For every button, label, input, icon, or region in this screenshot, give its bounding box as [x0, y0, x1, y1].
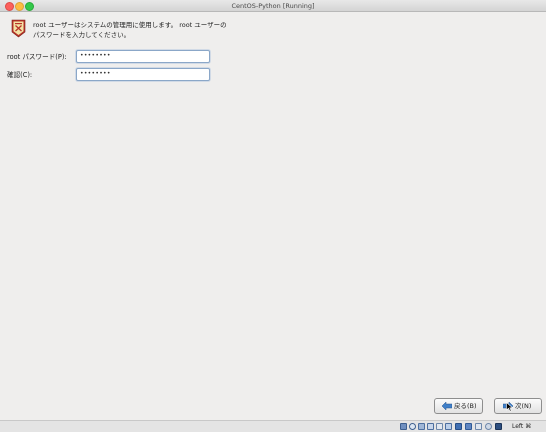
confirm-label: 確認(C): — [7, 71, 33, 79]
optical-drive-icon[interactable] — [409, 423, 416, 430]
password-field[interactable]: •••••••• — [76, 50, 210, 63]
header-description: root ユーザーはシステムの管理用に使用します。 root ユーザーのパスワー… — [33, 21, 227, 39]
usb-icon[interactable] — [427, 423, 434, 430]
back-button-label: 戻る(B) — [454, 402, 477, 410]
host-key-label: Left ⌘ — [512, 423, 532, 430]
mouse-cursor-icon — [506, 402, 514, 412]
mouse-integration-icon[interactable] — [485, 423, 492, 430]
network-icon[interactable] — [455, 423, 462, 430]
audio-icon[interactable] — [418, 423, 425, 430]
next-button[interactable]: 次(N) — [494, 398, 542, 414]
next-button-label: 次(N) — [515, 402, 532, 410]
hard-disk-icon[interactable] — [400, 423, 407, 430]
arrow-left-icon — [442, 402, 452, 410]
window-titlebar[interactable]: CentOS-Python [Running] — [0, 0, 546, 12]
confirm-password-field[interactable]: •••••••• — [76, 68, 210, 81]
window-title: CentOS-Python [Running] — [231, 2, 315, 10]
display-icon[interactable] — [445, 423, 452, 430]
root-user-icon — [11, 19, 26, 38]
cpu-icon[interactable] — [475, 423, 482, 430]
vm-statusbar: Left ⌘ — [0, 420, 546, 432]
shared-folders-icon[interactable] — [436, 423, 443, 430]
installer-content: root ユーザーはシステムの管理用に使用します。 root ユーザーのパスワー… — [0, 12, 546, 420]
password-label: root パスワード(P): — [7, 53, 67, 61]
back-button[interactable]: 戻る(B) — [434, 398, 483, 414]
host-key-icon[interactable] — [495, 423, 502, 430]
video-capture-icon[interactable] — [465, 423, 472, 430]
